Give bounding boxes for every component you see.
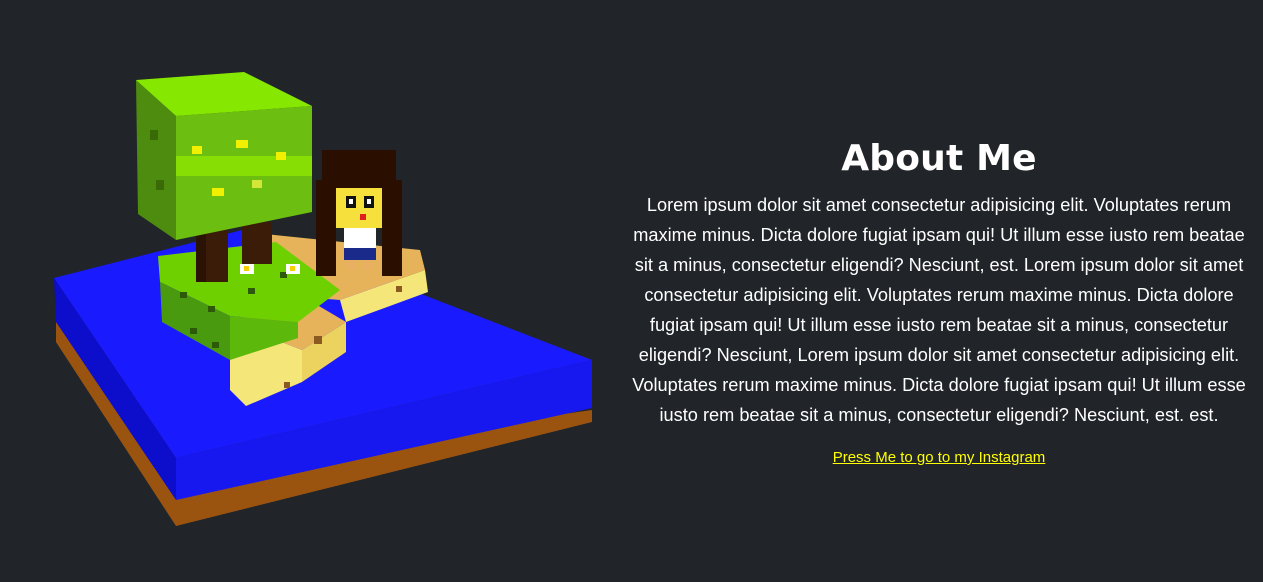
instagram-link[interactable]: Press Me to go to my Instagram xyxy=(833,448,1046,468)
about-body-text: Lorem ipsum dolor sit amet consectetur a… xyxy=(632,195,1246,425)
character-face xyxy=(336,188,382,228)
page: About Me Lorem ipsum dolor sit amet cons… xyxy=(0,0,1263,582)
character-shirt xyxy=(344,228,376,248)
voxel-island-illustration xyxy=(54,72,592,526)
about-heading: About Me xyxy=(841,138,1037,179)
about-section: About Me Lorem ipsum dolor sit amet cons… xyxy=(628,136,1250,468)
tree-trunk-right xyxy=(242,222,272,264)
character-legs xyxy=(344,248,376,260)
